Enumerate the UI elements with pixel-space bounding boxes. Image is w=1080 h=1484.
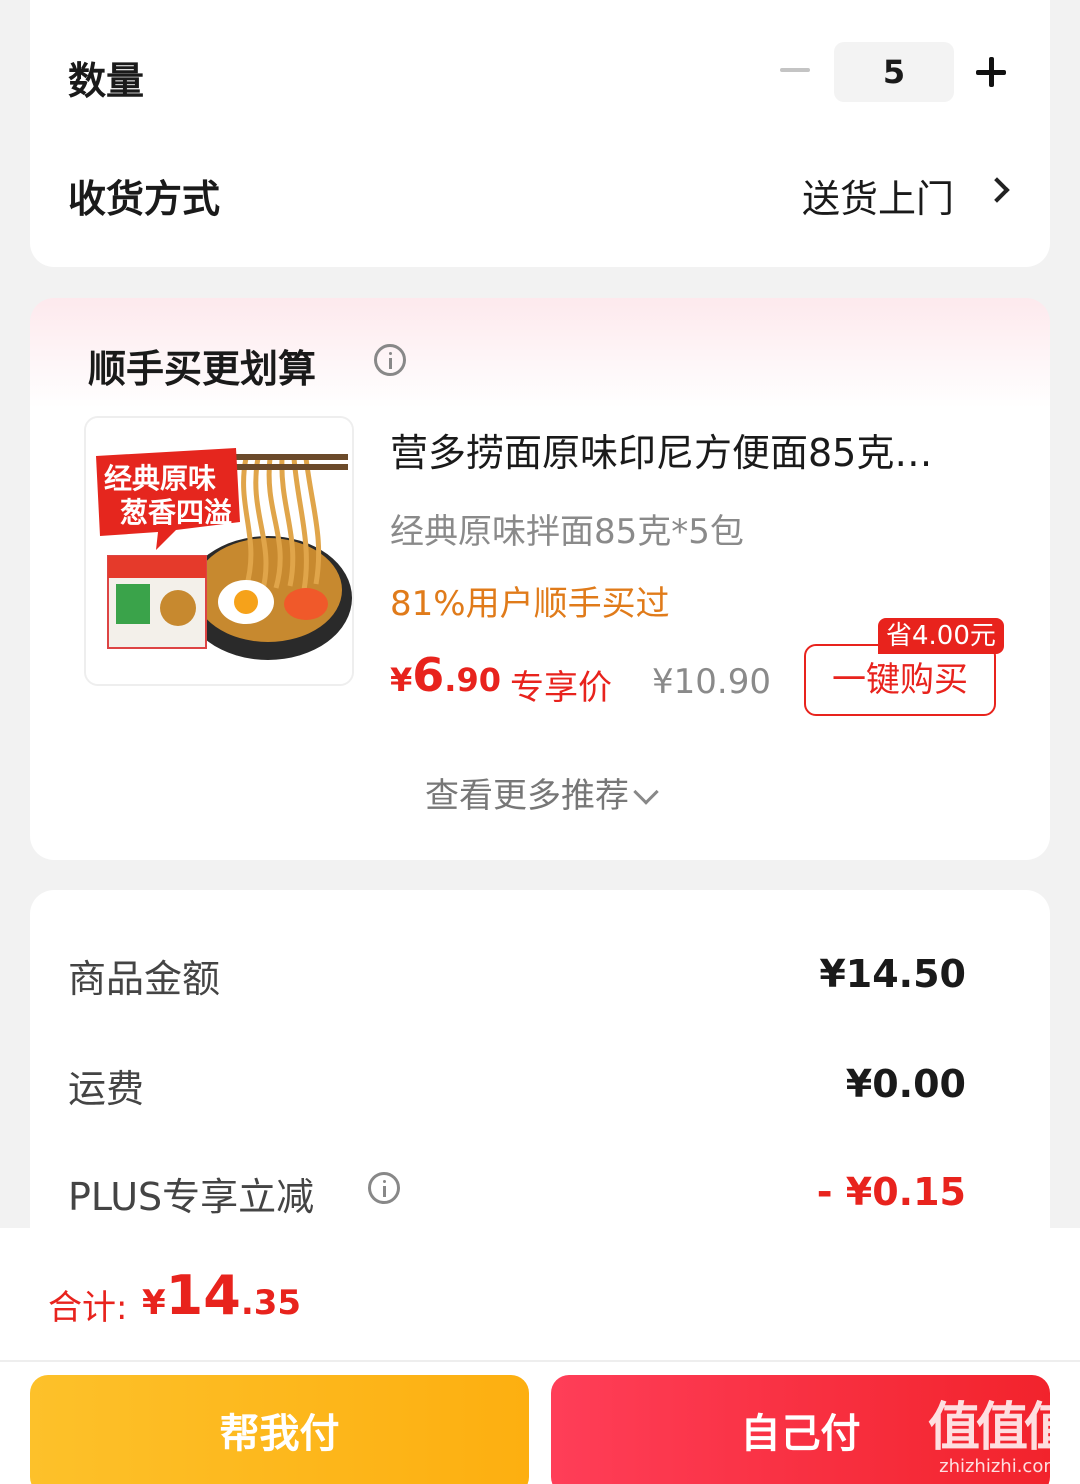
watermark-site: zhizhizhi.com <box>939 1456 1061 1477</box>
current-price: ¥6.90 <box>390 648 501 702</box>
total-currency: ¥ <box>142 1283 166 1323</box>
chevron-right-icon[interactable] <box>986 175 1008 205</box>
more-recommendations-link[interactable]: 查看更多推荐 <box>30 768 1050 817</box>
recommendation-title: 顺手买更划算 <box>88 347 317 391</box>
quantity-decrease-button[interactable] <box>778 55 814 85</box>
delivery-method-value[interactable]: 送货上门 <box>802 168 954 223</box>
total-integer: 14 <box>165 1264 241 1327</box>
price-decimal: .90 <box>444 661 501 699</box>
total-decimal: .35 <box>240 1283 302 1323</box>
total-amount: ¥14.35 <box>142 1264 301 1327</box>
info-icon[interactable] <box>368 1172 400 1204</box>
package-slogan-line2: 葱香四溢 <box>120 496 232 529</box>
site-watermark: 值值值 zhizhizhi.com <box>928 1398 1076 1478</box>
savings-badge: 省4.00元 <box>878 618 1004 654</box>
noodle-package-illustration: 经典原味 葱香四溢 <box>86 418 352 684</box>
goods-amount-label: 商品金额 <box>68 957 221 1001</box>
shipping-fee-value: ¥0.00 <box>845 1062 966 1106</box>
goods-amount-value: ¥14.50 <box>819 952 966 996</box>
shipping-fee-label: 运费 <box>68 1067 145 1111</box>
total-label: 合计: <box>48 1288 128 1328</box>
product-image[interactable]: 经典原味 葱香四溢 <box>84 416 354 686</box>
order-options-card: 数量 5 收货方式 送货上门 <box>30 0 1050 267</box>
exclusive-price-tag: 专享价 <box>510 668 612 708</box>
delivery-method-label: 收货方式 <box>68 177 221 221</box>
plus-discount-value: - ¥0.15 <box>816 1170 966 1214</box>
chevron-down-icon <box>633 779 659 805</box>
quantity-input[interactable]: 5 <box>834 42 954 102</box>
original-price: ¥10.90 <box>652 662 771 702</box>
checkout-bar: 合计: ¥14.35 帮我付 自己付 <box>0 1228 1080 1484</box>
price-integer: 6 <box>412 648 445 702</box>
more-recommendations-label: 查看更多推荐 <box>425 776 629 816</box>
quantity-label: 数量 <box>68 59 145 103</box>
info-icon[interactable] <box>374 344 406 376</box>
social-proof-text: 81%用户顺手买过 <box>390 584 670 624</box>
divider <box>0 1360 1080 1362</box>
pay-for-me-button[interactable]: 帮我付 <box>30 1375 529 1484</box>
price-currency: ¥ <box>390 661 413 699</box>
recommendation-card: 顺手买更划算 经典原味 葱香四溢 营多捞面原味印尼方便面85克… 经典原味拌面8… <box>30 298 1050 860</box>
package-slogan-line1: 经典原味 <box>104 462 216 495</box>
plus-discount-label: PLUS专享立减 <box>68 1175 315 1219</box>
watermark-logo: 值值值 <box>928 1398 1076 1458</box>
quantity-increase-button[interactable] <box>974 55 1010 89</box>
one-click-buy-button[interactable]: 一键购买 <box>804 644 996 716</box>
product-name[interactable]: 营多捞面原味印尼方便面85克… <box>390 422 990 477</box>
product-spec: 经典原味拌面85克*5包 <box>390 512 744 552</box>
